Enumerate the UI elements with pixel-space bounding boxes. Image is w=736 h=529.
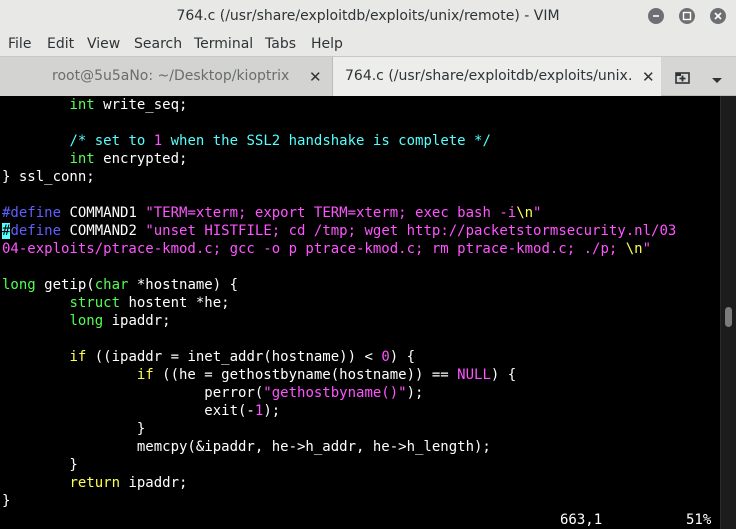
new-tab-icon (675, 72, 690, 84)
code-line: 04-exploits/ptrace-kmod.c; gcc -o p ptra… (2, 241, 652, 257)
code-line: long getip(char *hostname) { (2, 277, 239, 293)
vim-editor[interactable]: int write_seq; /* set to 1 when the SSL2… (0, 96, 720, 529)
code-line: #define COMMAND1 "TERM=xterm; export TER… (2, 205, 542, 221)
tab-label: root@5u5aNo: ~/Desktop/kioptrix (52, 68, 290, 84)
code-line: int write_seq; (69, 97, 188, 113)
code-line: exit(-1); (2, 403, 281, 419)
scrollbar-thumb[interactable] (725, 307, 732, 327)
menu-tabs[interactable]: Tabs (265, 36, 296, 52)
code-line: } (2, 421, 146, 437)
code-line: int encrypted; (69, 151, 188, 167)
close-button[interactable] (710, 8, 726, 24)
cursor-position: 663,1 (560, 512, 603, 528)
scroll-percent: 51% (686, 512, 712, 528)
title-bar: 764.c (/usr/share/exploitdb/exploits/uni… (0, 0, 736, 34)
tab-terminal[interactable]: root@5u5aNo: ~/Desktop/kioptrix ✕ (0, 57, 333, 96)
new-tab-button[interactable] (674, 68, 692, 90)
menu-search[interactable]: Search (134, 36, 182, 52)
maximize-button[interactable] (679, 8, 695, 24)
code-line: memcpy(&ipaddr, he->h_addr, he->h_length… (2, 439, 491, 455)
menu-help[interactable]: Help (311, 36, 343, 52)
chevron-down-icon (712, 78, 722, 83)
code-line: if ((he = gethostbyname(hostname)) == NU… (136, 367, 517, 383)
code-line: } (2, 493, 11, 509)
code-line: long ipaddr; (69, 313, 171, 329)
minimize-button[interactable] (648, 8, 664, 24)
tab-label: 764.c (/usr/share/exploitdb/exploits/uni… (345, 68, 633, 84)
menu-terminal[interactable]: Terminal (194, 36, 253, 52)
close-icon (714, 12, 722, 20)
maximize-icon (682, 11, 692, 21)
code-line: #define COMMAND2 "unset HISTFILE; cd /tm… (2, 223, 677, 239)
code-line: if ((ipaddr = inet_addr(hostname)) < 0) … (69, 349, 416, 365)
minimize-icon (653, 15, 659, 17)
menu-bar: File Edit View Search Terminal Tabs Help (0, 33, 736, 56)
tab-close-icon[interactable]: ✕ (642, 68, 655, 86)
window-title: 764.c (/usr/share/exploitdb/exploits/uni… (176, 8, 560, 24)
scrollbar[interactable] (720, 96, 736, 529)
menu-file[interactable]: File (8, 36, 31, 52)
tab-menu-button[interactable] (711, 71, 723, 90)
code-line: } ssl_conn; (2, 169, 95, 185)
tab-close-icon[interactable]: ✕ (309, 68, 322, 86)
tab-bar: root@5u5aNo: ~/Desktop/kioptrix ✕ 764.c … (0, 56, 736, 96)
code-line: perror("gethostbyname()"); (2, 385, 424, 401)
code-line: return ipaddr; (69, 475, 188, 491)
menu-view[interactable]: View (87, 36, 120, 52)
code-line: struct hostent *he; (69, 295, 230, 311)
menu-edit[interactable]: Edit (47, 36, 74, 52)
code-line: /* set to 1 when the SSL2 handshake is c… (69, 133, 491, 149)
code-line: } (2, 457, 78, 473)
tab-vim[interactable]: 764.c (/usr/share/exploitdb/exploits/uni… (333, 57, 661, 96)
